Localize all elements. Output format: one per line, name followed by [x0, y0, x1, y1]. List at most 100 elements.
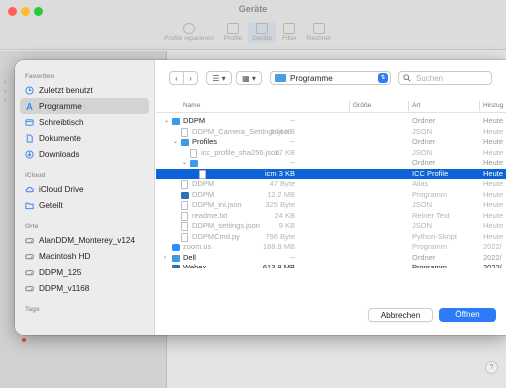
toolbar-profile-button[interactable]: Profile: [220, 22, 246, 43]
file-row[interactable]: DDPM_ini.json 325 Byte JSON Heute: [156, 200, 506, 211]
disk-icon: [25, 284, 34, 293]
background-disclosure-arrows: › › ›: [4, 79, 7, 104]
help-button[interactable]: ?: [485, 361, 498, 374]
file-row[interactable]: DDPM_settings.json 9 KB JSON Heute: [156, 221, 506, 232]
back-forward-buttons: ‹ ›: [169, 71, 198, 85]
file-date-added: Heute: [483, 210, 504, 220]
sidebar-item-dokumente[interactable]: Dokumente: [20, 130, 149, 146]
file-name: zoom.us: [183, 242, 212, 251]
search-placeholder: Suchen: [416, 73, 444, 83]
sidebar-item-zuletzt-benutzt[interactable]: Zuletzt benutzt: [20, 82, 149, 98]
column-header-date-added[interactable]: Hinzug: [483, 102, 503, 109]
folder-icon: [172, 118, 180, 125]
sidebar-item-alanddm-monterey-v124[interactable]: AlanDDM_Monterey_v124: [20, 232, 149, 248]
background-titlebar: Geräte Profile reparieren Profile Geräte Fi…: [0, 0, 506, 50]
shared-folder-icon: [25, 201, 34, 210]
toolbar-label: Profile: [223, 35, 243, 42]
back-button[interactable]: ‹: [170, 74, 183, 83]
column-header-name[interactable]: Name: [183, 102, 200, 109]
file-row[interactable]: icm 3 KB ICC Profile Heute: [156, 168, 506, 179]
column-header-kind[interactable]: Art: [412, 102, 420, 109]
file-date-added: 2022/: [483, 263, 502, 268]
sidebar-item-downloads[interactable]: Downloads: [20, 146, 149, 162]
sidebar-heading-locations: Orte: [25, 223, 39, 230]
file-kind: JSON: [412, 147, 433, 157]
file-date-added: Heute: [483, 126, 504, 136]
file-name: DDPM: [192, 189, 215, 199]
file-row[interactable]: DDPM 12.2 MB Programm Heute: [156, 190, 506, 201]
chevron-down-icon[interactable]: ⌄: [164, 116, 169, 127]
file-row[interactable]: DDPM_Camera_Settings.json 144 KB JSON Heute: [156, 127, 506, 138]
search-field[interactable]: Suchen: [398, 71, 492, 85]
open-button[interactable]: Öffnen: [439, 308, 496, 322]
file-size: --: [290, 158, 295, 167]
file-size: 188.9 MB: [262, 242, 295, 251]
file-kind: Ordner: [412, 137, 436, 146]
column-header-size[interactable]: Größe: [353, 102, 371, 109]
file-row[interactable]: DDPM 47 Byte Alias Heute: [156, 179, 506, 190]
file-size: 3 KB: [278, 168, 295, 178]
file-row[interactable]: zoom.us 188.9 MB Programm 2022/: [156, 242, 506, 253]
file-kind: Python-Skript: [412, 231, 458, 241]
location-popup[interactable]: Programme ⇅: [270, 71, 391, 85]
chevron-right-icon[interactable]: ›: [164, 253, 166, 264]
file-kind: Ordner: [412, 116, 436, 125]
file-size: --: [290, 252, 295, 262]
file-name: Profiles: [192, 137, 218, 146]
chevron-down-icon[interactable]: ⌄: [173, 137, 178, 148]
toolbar-label: Profile reparieren: [164, 35, 214, 42]
sidebar-item-programme[interactable]: Programme: [20, 98, 149, 114]
file-size: 17 KB: [274, 147, 295, 157]
list-view-button[interactable]: ☰ ▾: [206, 71, 232, 85]
file-kind: Reiner Text: [412, 210, 450, 220]
toolbar-label: Filter: [282, 35, 297, 42]
sidebar-item-label: Zuletzt benutzt: [39, 85, 93, 95]
folder-icon: [172, 254, 180, 262]
file-icon: [181, 201, 188, 210]
sidebar-item-icloud-drive[interactable]: iCloud Drive: [20, 181, 149, 197]
sidebar-item-geteilt[interactable]: Geteilt: [20, 197, 149, 213]
sidebar-heading-icloud: iCloud: [25, 172, 46, 179]
sidebar-item-ddpm-125[interactable]: DDPM_125: [20, 264, 149, 280]
file-row[interactable]: Webex 613.8 MB Programm 2022/: [156, 263, 506, 268]
chevron-down-icon[interactable]: ⌄: [182, 158, 187, 169]
toolbar-calculator-button[interactable]: Rechner: [303, 22, 336, 43]
sidebar-item-label: Schreibtisch: [39, 117, 84, 127]
toolbar-filter-button[interactable]: Filter: [278, 22, 300, 43]
forward-button[interactable]: ›: [184, 74, 197, 83]
file-size: --: [290, 137, 295, 146]
window-title: Geräte: [238, 4, 268, 14]
folder-icon: [181, 139, 189, 146]
sidebar-item-label: Macintosh HD: [39, 251, 91, 261]
file-icon: [181, 127, 188, 137]
file-row[interactable]: icc_profile_sha256.json 17 KB JSON Heute: [156, 148, 506, 159]
file-size: 47 Byte: [269, 179, 295, 188]
toolbar-display-button[interactable]: Geräte: [248, 22, 277, 43]
column-headers: Name Größe Art Hinzug: [156, 100, 506, 113]
file-date-added: Heute: [483, 147, 504, 157]
cancel-button[interactable]: Abbrechen: [368, 308, 433, 322]
toolbar-plus-circle-button[interactable]: Profile reparieren: [160, 22, 218, 43]
app-icon: [172, 265, 180, 268]
file-kind: Ordner: [412, 158, 436, 167]
sidebar-item-label: AlanDDM_Monterey_v124: [39, 235, 136, 245]
zoom-app-icon: [172, 244, 180, 251]
file-size: 24 KB: [274, 210, 295, 220]
file-size: 325 Byte: [265, 200, 295, 209]
file-row[interactable]: ⌄ Profiles -- Ordner Heute: [156, 137, 506, 148]
group-view-button[interactable]: ▦ ▾: [236, 71, 262, 85]
sidebar-item-macintosh-hd[interactable]: Macintosh HD: [20, 248, 149, 264]
plus-circle-icon: [182, 23, 195, 34]
toolbar-label: Rechner: [306, 35, 332, 42]
file-row[interactable]: › Dell -- Ordner 2022/: [156, 253, 506, 264]
file-name: DDPM: [192, 179, 215, 188]
app-icon: [181, 191, 189, 199]
file-row[interactable]: readme.txt 24 KB Reiner Text Heute: [156, 211, 506, 222]
file-date-added: Heute: [483, 200, 504, 209]
sidebar-item-ddpm-v1168[interactable]: DDPM_v1168: [20, 280, 149, 296]
tag-red-icon[interactable]: [22, 338, 26, 342]
sidebar-item-schreibtisch[interactable]: Schreibtisch: [20, 114, 149, 130]
file-row[interactable]: ⌄ -- Ordner Heute: [156, 158, 506, 169]
file-row[interactable]: ⌄ DDPM -- Ordner Heute: [156, 116, 506, 127]
file-row[interactable]: DDPMCmd.py 796 Byte Python-Skript Heute: [156, 232, 506, 243]
